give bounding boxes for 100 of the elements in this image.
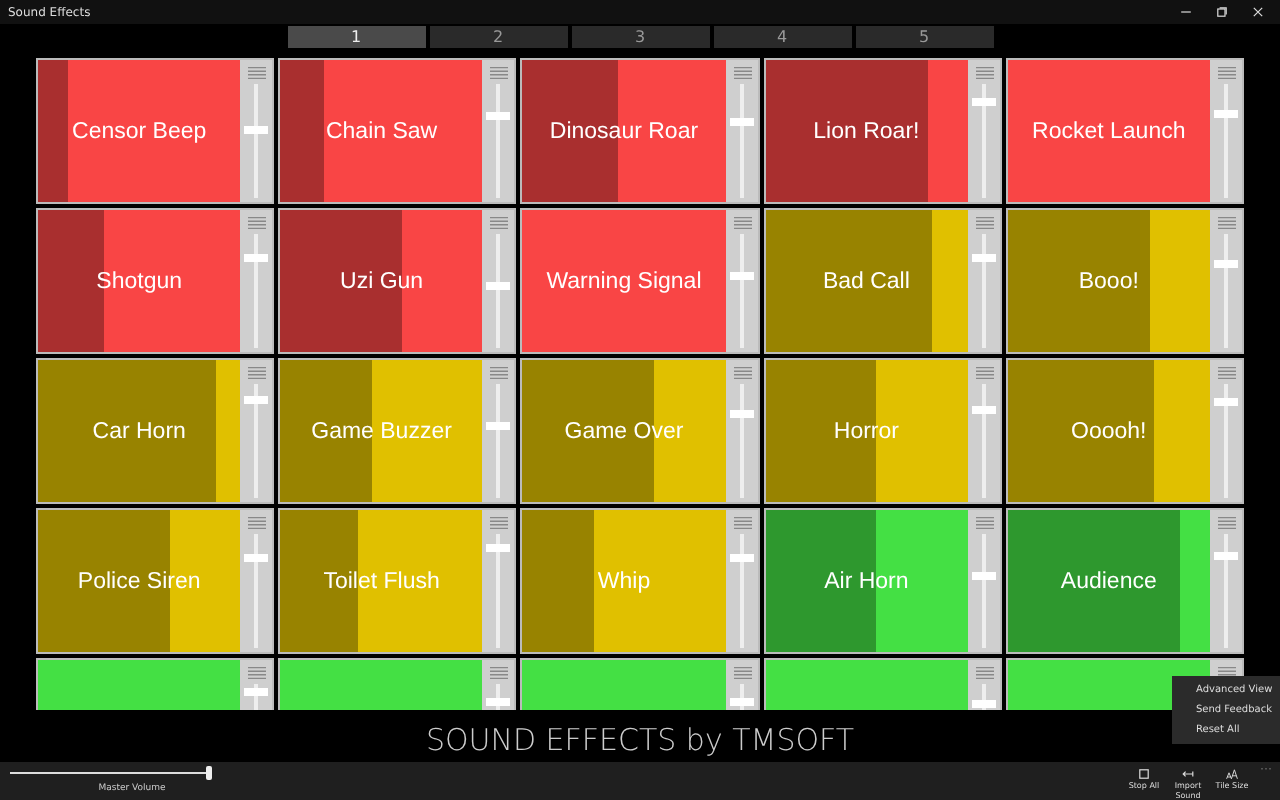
- sound-tile[interactable]: Lion Roar!: [765, 60, 968, 202]
- volume-slider[interactable]: [725, 360, 758, 502]
- grip-icon[interactable]: [733, 666, 752, 680]
- grip-icon[interactable]: [490, 216, 509, 230]
- sound-tile[interactable]: Chain Saw: [280, 60, 483, 202]
- sound-tile[interactable]: Ooooh!: [1007, 360, 1210, 502]
- volume-thumb[interactable]: [971, 699, 996, 708]
- volume-thumb[interactable]: [729, 698, 754, 707]
- sound-tile[interactable]: Warning Signal: [522, 210, 726, 352]
- volume-thumb[interactable]: [486, 111, 511, 120]
- page-tab[interactable]: 5: [855, 26, 993, 48]
- grip-icon[interactable]: [490, 66, 509, 80]
- volume-slider[interactable]: [725, 210, 758, 352]
- grip-icon[interactable]: [733, 66, 752, 80]
- grip-icon[interactable]: [248, 516, 267, 530]
- volume-slider[interactable]: [1209, 60, 1242, 202]
- grip-icon[interactable]: [733, 366, 752, 380]
- tile-label: Lion Roar!: [813, 119, 920, 143]
- volume-slider[interactable]: [240, 510, 273, 652]
- volume-slider[interactable]: [967, 210, 1000, 352]
- grip-icon[interactable]: [248, 666, 267, 680]
- volume-slider[interactable]: [482, 60, 515, 202]
- grip-icon[interactable]: [1217, 366, 1236, 380]
- volume-thumb[interactable]: [1213, 551, 1238, 560]
- page-tab[interactable]: 4: [713, 26, 851, 48]
- volume-thumb[interactable]: [1213, 398, 1238, 407]
- page-tab[interactable]: 3: [571, 26, 709, 48]
- sound-tile[interactable]: Censor Beep: [38, 60, 241, 202]
- grip-icon[interactable]: [248, 366, 267, 380]
- volume-thumb[interactable]: [244, 554, 269, 563]
- restore-icon[interactable]: [1216, 6, 1228, 18]
- slider-thumb[interactable]: [206, 766, 213, 780]
- volume-slider[interactable]: [240, 60, 273, 202]
- stop-icon: [1138, 768, 1150, 780]
- volume-thumb[interactable]: [244, 395, 269, 404]
- grip-icon[interactable]: [1217, 216, 1236, 230]
- volume-slider[interactable]: [240, 360, 273, 502]
- grip-icon[interactable]: [975, 66, 994, 80]
- volume-slider[interactable]: [1209, 210, 1242, 352]
- sound-tile[interactable]: Toilet Flush: [280, 510, 483, 652]
- volume-slider[interactable]: [1209, 360, 1242, 502]
- sound-tile[interactable]: Uzi Gun: [280, 210, 483, 352]
- grip-icon[interactable]: [975, 366, 994, 380]
- volume-slider[interactable]: [482, 510, 515, 652]
- grip-icon[interactable]: [975, 666, 994, 680]
- sound-tile[interactable]: Booo!: [1007, 210, 1210, 352]
- volume-thumb[interactable]: [729, 271, 754, 280]
- volume-thumb[interactable]: [486, 282, 511, 291]
- grip-icon[interactable]: [1217, 516, 1236, 530]
- volume-thumb[interactable]: [971, 406, 996, 415]
- app-title: SOUND EFFECTS by TMSOFT: [425, 722, 855, 758]
- volume-slider[interactable]: [725, 510, 758, 652]
- volume-slider[interactable]: [482, 210, 515, 352]
- page-tab[interactable]: 2: [429, 26, 567, 48]
- grip-icon[interactable]: [248, 216, 267, 230]
- tile-label: Horror: [833, 419, 899, 443]
- volume-thumb[interactable]: [729, 410, 754, 418]
- volume-slider[interactable]: [967, 360, 1000, 502]
- volume-thumb[interactable]: [1213, 260, 1238, 268]
- sound-tile[interactable]: Air Horn: [765, 510, 968, 652]
- grip-icon[interactable]: [733, 216, 752, 230]
- volume-slider[interactable]: [967, 60, 1000, 202]
- sound-tile[interactable]: Bad Call: [765, 210, 968, 352]
- minimize-icon[interactable]: [1180, 6, 1192, 18]
- volume-slider[interactable]: [725, 60, 758, 202]
- volume-thumb[interactable]: [244, 687, 269, 696]
- sound-tile[interactable]: Game Over: [522, 360, 726, 502]
- volume-thumb[interactable]: [1213, 110, 1238, 118]
- grip-icon[interactable]: [733, 516, 752, 530]
- close-icon[interactable]: [1252, 6, 1264, 18]
- grip-icon[interactable]: [975, 216, 994, 230]
- sound-tile[interactable]: Game Buzzer: [280, 360, 483, 502]
- sound-tile[interactable]: Horror: [765, 360, 968, 502]
- volume-thumb[interactable]: [486, 543, 511, 552]
- sound-tile[interactable]: Shotgun: [38, 210, 241, 352]
- volume-thumb[interactable]: [729, 554, 754, 563]
- volume-slider[interactable]: [1209, 510, 1242, 652]
- sound-tile[interactable]: Audience: [1007, 510, 1210, 652]
- volume-thumb[interactable]: [729, 117, 754, 126]
- grip-icon[interactable]: [490, 366, 509, 380]
- grip-icon[interactable]: [975, 516, 994, 530]
- sound-tile[interactable]: Car Horn: [38, 360, 241, 502]
- volume-slider[interactable]: [967, 510, 1000, 652]
- grip-icon[interactable]: [490, 516, 509, 530]
- volume-thumb[interactable]: [244, 254, 269, 263]
- grip-icon[interactable]: [490, 666, 509, 680]
- sound-tile[interactable]: Dinosaur Roar: [522, 60, 726, 202]
- sound-tile[interactable]: Police Siren: [38, 510, 241, 652]
- grip-icon[interactable]: [248, 66, 267, 80]
- volume-slider[interactable]: [240, 210, 273, 352]
- volume-thumb[interactable]: [971, 254, 996, 263]
- volume-thumb[interactable]: [486, 421, 511, 430]
- volume-thumb[interactable]: [244, 126, 269, 135]
- volume-slider[interactable]: [482, 360, 515, 502]
- sound-tile[interactable]: Rocket Launch: [1007, 60, 1210, 202]
- grip-icon[interactable]: [1217, 66, 1236, 80]
- volume-thumb[interactable]: [486, 697, 511, 706]
- volume-thumb[interactable]: [971, 98, 996, 107]
- page-tab[interactable]: 1: [287, 26, 425, 48]
- volume-thumb[interactable]: [971, 571, 996, 580]
